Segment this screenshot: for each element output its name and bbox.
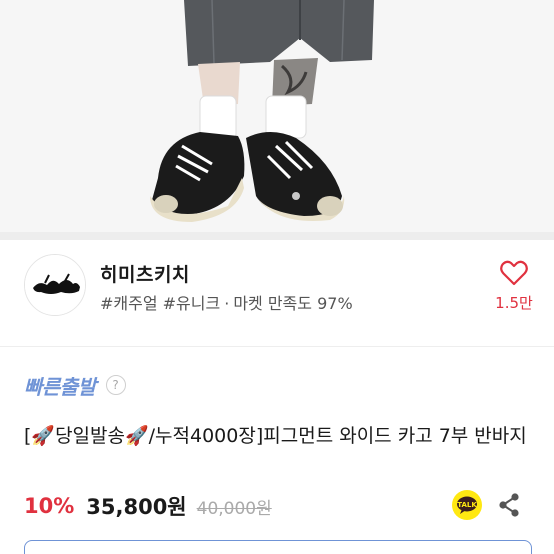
coupon-box[interactable] xyxy=(24,540,532,554)
question-circle-icon[interactable]: ? xyxy=(105,375,126,395)
shop-logo[interactable] xyxy=(24,254,86,316)
section-divider xyxy=(0,232,554,240)
product-title: [🚀당일발송🚀/누적4000장]피그먼트 와이드 카고 7부 반바지 xyxy=(24,425,527,447)
market-satisfaction: 마켓 만족도 97% xyxy=(233,294,353,313)
share-icon xyxy=(499,493,519,517)
original-price: 40,000원 xyxy=(196,498,272,519)
kakaotalk-icon: TALK xyxy=(452,490,482,520)
like-button[interactable]: 1.5만 xyxy=(494,254,534,313)
shop-tags[interactable]: #캐주얼 #유니크 xyxy=(100,294,220,313)
shop-info[interactable]: 히미츠키치 #캐주얼 #유니크 · 마켓 만족도 97% 1.5만 xyxy=(0,240,554,336)
product-photo[interactable] xyxy=(0,0,554,232)
svg-text:TALK: TALK xyxy=(457,501,477,509)
like-count: 1.5만 xyxy=(495,294,533,312)
price-row: 10% 35,800원 40,000원 xyxy=(24,490,272,522)
shop-logo-wordmark-icon xyxy=(25,255,85,315)
section-divider xyxy=(0,346,554,347)
shop-name[interactable]: 히미츠키치 xyxy=(100,260,190,287)
talk-button[interactable]: TALK xyxy=(452,490,482,520)
fast-shipping-label: 빠른출발 xyxy=(24,374,96,399)
shop-meta: #캐주얼 #유니크 · 마켓 만족도 97% xyxy=(100,290,353,314)
share-button[interactable] xyxy=(496,492,522,518)
discount-rate: 10% xyxy=(24,494,75,518)
fast-shipping-badge: 빠른출발 ? xyxy=(24,370,126,400)
sale-price: 35,800원 xyxy=(86,495,187,519)
meta-separator: · xyxy=(224,294,230,313)
product-photo-illustration xyxy=(0,0,554,232)
heart-outline-icon xyxy=(500,260,528,286)
